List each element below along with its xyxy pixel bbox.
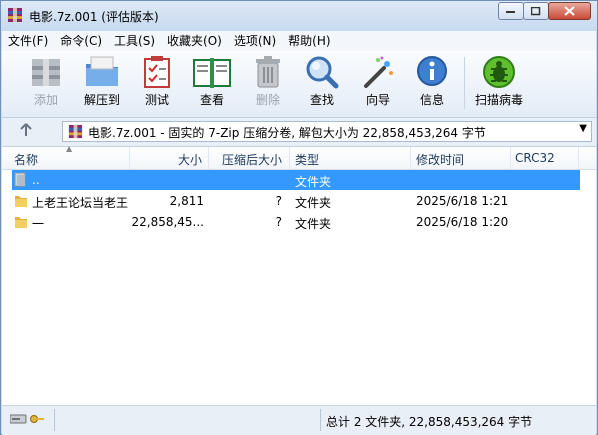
list-item-parent[interactable]: .. 文件夹	[12, 170, 580, 190]
maximize-button[interactable]	[523, 2, 549, 20]
drive-key-icons	[9, 413, 44, 428]
column-size[interactable]: 大小	[178, 151, 202, 168]
info-icon	[417, 56, 447, 86]
column-name[interactable]: 名称	[14, 151, 38, 168]
info-label: 信息	[419, 93, 444, 107]
wizard-wand-icon	[364, 56, 393, 88]
test-label: 测试	[144, 93, 169, 107]
toolbar: 添加 解压到 测试 查看 删除 查找 向导 信息 扫描病毒	[2, 51, 596, 118]
sort-ascending-icon: ▲	[66, 144, 73, 153]
column-header-row: 名称 ▲ 大小 压缩后大小 类型 修改时间 CRC32	[2, 144, 596, 170]
arrow-up-icon	[20, 123, 32, 136]
archive-icon	[68, 124, 83, 139]
item-name: ..	[32, 173, 40, 187]
item-size: 2,811	[169, 194, 204, 208]
menu-favorites[interactable]: 收藏夹(O)	[161, 31, 228, 51]
item-type: 文件夹	[295, 217, 332, 231]
item-modified: 2025/6/18 1:20	[416, 215, 509, 229]
menu-options[interactable]: 选项(N)	[228, 31, 282, 51]
item-name: 上老王论坛当老王	[32, 196, 129, 210]
close-icon	[564, 6, 575, 16]
menu-tools[interactable]: 工具(S)	[108, 31, 161, 51]
item-name: 一	[32, 217, 45, 231]
column-packed-size[interactable]: 压缩后大小	[222, 151, 282, 168]
add-button[interactable]: 添加	[20, 53, 72, 113]
minimize-button[interactable]	[498, 2, 524, 20]
view-label: 查看	[199, 93, 224, 107]
archive-path-field[interactable]: 电影.7z.001 - 固实的 7-Zip 压缩分卷, 解包大小为 22,858…	[62, 121, 592, 142]
file-list: 名称 ▲ 大小 压缩后大小 类型 修改时间 CRC32 .. 文件夹 上老王论坛…	[2, 144, 596, 405]
item-type: 文件夹	[295, 196, 332, 210]
address-bar: 电影.7z.001 - 固实的 7-Zip 压缩分卷, 解包大小为 22,858…	[2, 118, 596, 147]
add-label: 添加	[33, 93, 58, 107]
view-button[interactable]: 查看	[186, 53, 238, 113]
item-modified: 2025/6/18 1:21	[416, 194, 509, 208]
delete-button[interactable]: 删除	[242, 53, 294, 113]
view-book-icon	[193, 58, 231, 88]
virus-bug-icon	[483, 56, 515, 88]
minimize-icon	[506, 11, 515, 13]
find-label: 查找	[309, 93, 334, 107]
extract-folder-icon	[86, 56, 118, 86]
item-packed-size: ?	[275, 194, 282, 208]
test-button[interactable]: 测试	[131, 53, 183, 113]
column-crc32[interactable]: CRC32	[515, 151, 555, 165]
up-one-level-button[interactable]	[16, 123, 36, 141]
folder-icon	[14, 193, 28, 208]
title-bar[interactable]: 电影.7z.001 (评估版本)	[1, 1, 597, 31]
item-size: 22,858,45...	[131, 215, 204, 229]
column-type[interactable]: 类型	[295, 151, 319, 168]
add-archive-icon	[32, 59, 60, 86]
menu-help[interactable]: 帮助(H)	[282, 31, 336, 51]
find-button[interactable]: 查找	[296, 53, 348, 113]
chevron-down-icon[interactable]: ▼	[579, 123, 587, 134]
status-bar: 总计 2 文件夹, 22,858,453,264 字节	[2, 405, 596, 435]
parent-folder-icon	[14, 172, 28, 187]
delete-trash-icon	[256, 56, 280, 88]
list-item-folder[interactable]: 上老王论坛当老王 2,811 ? 文件夹 2025/6/18 1:21	[12, 191, 580, 211]
archive-path-text: 电影.7z.001 - 固实的 7-Zip 压缩分卷, 解包大小为 22,858…	[88, 126, 486, 140]
column-modified[interactable]: 修改时间	[416, 151, 464, 168]
find-magnifier-icon	[306, 56, 339, 89]
window-title: 电影.7z.001 (评估版本)	[29, 10, 159, 24]
virus-scan-label: 扫描病毒	[474, 93, 523, 107]
extract-to-label: 解压到	[83, 93, 120, 107]
menu-file[interactable]: 文件(F)	[2, 31, 54, 51]
maximize-icon	[531, 6, 541, 15]
info-button[interactable]: 信息	[406, 53, 458, 113]
delete-label: 删除	[255, 93, 280, 107]
winrar-window: 电影.7z.001 (评估版本) 文件(F) 命令(C) 工具(S) 收藏夹(O…	[0, 0, 598, 435]
test-checklist-icon	[144, 56, 170, 88]
item-type: 文件夹	[295, 175, 332, 189]
wizard-label: 向导	[365, 93, 390, 107]
virus-scan-button[interactable]: 扫描病毒	[469, 53, 529, 113]
menu-bar: 文件(F) 命令(C) 工具(S) 收藏夹(O) 选项(N) 帮助(H)	[2, 31, 596, 51]
close-button[interactable]	[548, 2, 591, 20]
status-summary: 总计 2 文件夹, 22,858,453,264 字节	[326, 415, 533, 429]
item-packed-size: ?	[275, 215, 282, 229]
extract-to-button[interactable]: 解压到	[76, 53, 128, 113]
wizard-button[interactable]: 向导	[352, 53, 404, 113]
list-item-folder[interactable]: 一 22,858,45... ? 文件夹 2025/6/18 1:20	[12, 212, 580, 232]
menu-commands[interactable]: 命令(C)	[54, 31, 108, 51]
folder-icon	[14, 214, 28, 229]
winrar-app-icon	[7, 7, 23, 23]
